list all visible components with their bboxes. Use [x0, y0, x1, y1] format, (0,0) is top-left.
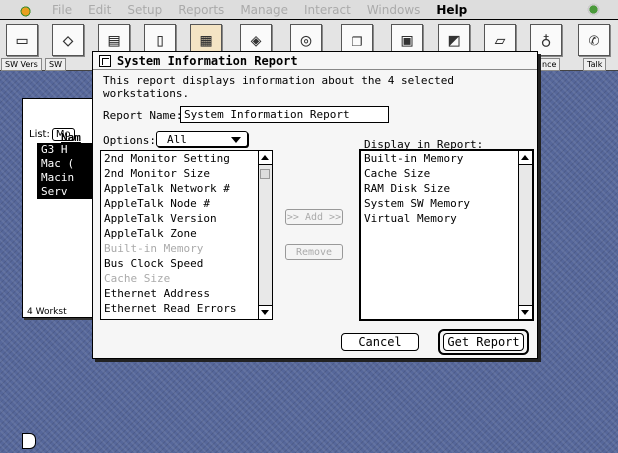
available-items: 2nd Monitor Setting 2nd Monitor Size Apple…: [101, 151, 258, 319]
list-item[interactable]: Ethernet Read Errors: [101, 301, 258, 316]
menu-file[interactable]: File: [44, 3, 80, 17]
sw-label[interactable]: SW: [45, 58, 66, 71]
phone-icon[interactable]: ✆: [578, 24, 610, 56]
menu-interact[interactable]: Interact: [296, 3, 359, 17]
list-item[interactable]: AppleTalk Node #: [101, 196, 258, 211]
list-item[interactable]: Built-in Memory: [361, 151, 518, 166]
display-items: Built-in Memory Cache Size RAM Disk Size Sy…: [361, 151, 518, 319]
options-label: Options:: [103, 134, 156, 147]
display-list-scrollbar[interactable]: [518, 151, 532, 319]
list-item[interactable]: AppleTalk Version: [101, 211, 258, 226]
workstation-count: 4 Workst: [27, 307, 67, 317]
system-information-report-dialog: System Information Report This report di…: [92, 51, 538, 359]
menu-edit[interactable]: Edit: [80, 3, 119, 17]
sw-vers-label[interactable]: SW Vers: [1, 58, 42, 71]
scroll-up-arrow-icon[interactable]: [259, 151, 272, 165]
options-popup-menu[interactable]: All: [156, 131, 248, 147]
dialog-title: System Information Report: [117, 54, 298, 68]
collapsed-window-icon[interactable]: [22, 433, 36, 449]
default-button-ring: Get Report: [438, 329, 529, 355]
application-menu-icon[interactable]: [587, 3, 600, 16]
scroll-down-arrow-icon[interactable]: [259, 305, 272, 319]
menu-manage[interactable]: Manage: [232, 3, 296, 17]
list-label: List:: [29, 129, 50, 140]
close-box-icon[interactable]: [99, 55, 111, 67]
report-name-input[interactable]: System Information Report: [180, 106, 389, 123]
menu-help[interactable]: Help: [428, 3, 475, 17]
list-item[interactable]: AppleTalk Network #: [101, 181, 258, 196]
available-items-list[interactable]: 2nd Monitor Setting 2nd Monitor Size Apple…: [100, 150, 273, 320]
get-report-button[interactable]: Get Report: [443, 333, 524, 351]
list-item[interactable]: Bus Clock Speed: [101, 256, 258, 271]
menu-reports[interactable]: Reports: [170, 3, 232, 17]
display-in-report-list[interactable]: Built-in Memory Cache Size RAM Disk Size Sy…: [359, 149, 534, 321]
scroll-down-arrow-icon[interactable]: [519, 305, 532, 319]
chevron-down-icon: [231, 137, 241, 143]
scroll-thumb[interactable]: [260, 169, 270, 179]
list-item[interactable]: RAM Disk Size: [361, 181, 518, 196]
list-item[interactable]: Ethernet Address: [101, 286, 258, 301]
list-item[interactable]: AppleTalk Zone: [101, 226, 258, 241]
scroll-up-arrow-icon[interactable]: [519, 151, 532, 165]
list-item[interactable]: Built-in Memory: [101, 241, 258, 256]
dialog-description: This report displays information about t…: [103, 74, 454, 100]
list-item[interactable]: 2nd Monitor Setting: [101, 151, 258, 166]
menu-bar: File Edit Setup Reports Manage Interact …: [0, 0, 618, 20]
performance-label[interactable]: nce: [538, 58, 561, 71]
list-item[interactable]: System SW Memory: [361, 196, 518, 211]
remove-button[interactable]: Remove: [285, 244, 343, 260]
workstation-icon[interactable]: ▭: [6, 24, 38, 56]
talk-label[interactable]: Talk: [583, 58, 607, 71]
menu-windows[interactable]: Windows: [359, 3, 429, 17]
list-item[interactable]: Virtual Memory: [361, 211, 518, 226]
network-icon[interactable]: ◇: [52, 24, 84, 56]
add-button[interactable]: >> Add >>: [285, 209, 343, 225]
options-value: All: [167, 133, 187, 146]
available-list-scrollbar[interactable]: [258, 151, 272, 319]
list-item[interactable]: 2nd Monitor Size: [101, 166, 258, 181]
list-item[interactable]: Cache Size: [101, 271, 258, 286]
apple-menu-icon[interactable]: [20, 2, 34, 17]
dialog-titlebar[interactable]: System Information Report: [93, 52, 537, 70]
list-item[interactable]: Cache Size: [361, 166, 518, 181]
menu-setup[interactable]: Setup: [119, 3, 170, 17]
cancel-button[interactable]: Cancel: [341, 333, 419, 351]
report-name-label: Report Name:: [103, 109, 183, 122]
